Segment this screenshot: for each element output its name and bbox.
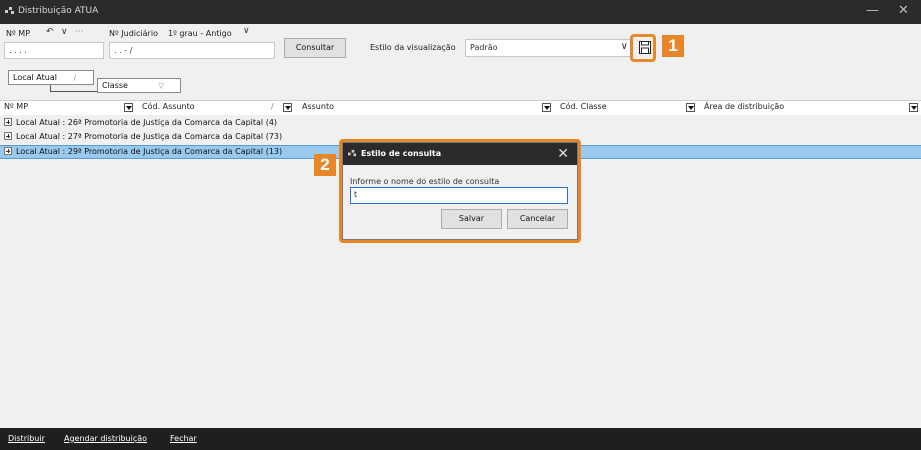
consultar-button[interactable]: Consultar bbox=[284, 38, 346, 58]
callout-highlight-2 bbox=[339, 139, 581, 243]
action-bar: Distribuir Agendar distribuição Fechar bbox=[0, 428, 921, 450]
expand-icon[interactable] bbox=[4, 132, 12, 140]
group-chip-label: Local Atual bbox=[13, 73, 57, 82]
filter-icon: ▽ bbox=[158, 82, 164, 90]
callout-highlight-1 bbox=[630, 34, 656, 62]
judicial-mode[interactable]: 1º grau - Antigo bbox=[168, 29, 232, 38]
undo-icon[interactable]: ↶ bbox=[46, 27, 54, 37]
app-icon bbox=[5, 7, 14, 14]
nmp-label: Nº MP bbox=[6, 29, 31, 38]
distribuir-link[interactable]: Distribuir bbox=[8, 434, 45, 443]
column-header-assunto[interactable]: Assunto bbox=[302, 102, 334, 111]
column-header-nmp[interactable]: Nº MP bbox=[4, 102, 28, 111]
group-row[interactable]: Local Atual : 26ª Promotoria de Justiça … bbox=[0, 117, 921, 129]
style-select-chevron-icon: ∨ bbox=[620, 41, 628, 52]
column-filter-dropdown-icon[interactable] bbox=[283, 103, 292, 112]
sort-icon: / bbox=[73, 74, 76, 82]
group-row-label: Local Atual : 27ª Promotoria de Justiça … bbox=[16, 132, 283, 141]
column-header-cod-assunto[interactable]: Cód. Assunto bbox=[142, 102, 195, 111]
grid-header: Nº MP Cód. Assunto / Assunto Cód. Classe… bbox=[0, 100, 921, 116]
minimize-button[interactable]: — bbox=[866, 4, 879, 18]
group-by-panel: Local Atual / Classe ▽ bbox=[0, 64, 921, 100]
column-filter-dropdown-icon[interactable] bbox=[124, 103, 133, 112]
column-header-cod-classe[interactable]: Cód. Classe bbox=[560, 102, 607, 111]
judicial-input[interactable]: . . - / bbox=[109, 42, 275, 59]
search-toolbar: Nº MP ↶ ∨ ··· . . . . Nº Judiciário 1º g… bbox=[0, 24, 921, 64]
group-chip-classe[interactable]: Classe ▽ bbox=[97, 78, 181, 93]
style-select[interactable]: Padrão ∨ bbox=[465, 39, 633, 57]
fechar-link-label: Fechar bbox=[170, 434, 197, 443]
judicial-label: Nº Judiciário bbox=[109, 29, 158, 38]
group-connector bbox=[50, 85, 97, 92]
group-chip-label: Classe bbox=[102, 81, 128, 90]
nmp-input[interactable]: . . . . bbox=[4, 42, 104, 59]
expand-icon[interactable] bbox=[4, 118, 12, 126]
expand-icon[interactable] bbox=[4, 147, 12, 155]
agendar-link-label: Agendar distribuição bbox=[64, 434, 148, 443]
callout-badge-2: 2 bbox=[314, 154, 336, 176]
column-filter-dropdown-icon[interactable] bbox=[909, 103, 918, 112]
agendar-distribuicao-link[interactable]: Agendar distribuição bbox=[64, 434, 147, 443]
window-title: Distribuição ATUA bbox=[18, 6, 99, 16]
style-label: Estilo da visualização bbox=[370, 43, 456, 52]
column-filter-dropdown-icon[interactable] bbox=[686, 103, 695, 112]
callout-badge-1: 1 bbox=[662, 35, 684, 57]
close-button[interactable]: ✕ bbox=[898, 4, 909, 18]
column-header-area[interactable]: Área de distribuição bbox=[704, 102, 784, 111]
distribuir-link-label: Distribuir bbox=[8, 434, 45, 443]
more-icon[interactable]: ··· bbox=[75, 27, 84, 37]
title-bar: Distribuição ATUA — ✕ bbox=[0, 0, 921, 24]
style-select-value: Padrão bbox=[470, 43, 498, 52]
group-row-label: Local Atual : 26ª Promotoria de Justiça … bbox=[16, 118, 278, 127]
group-chip-local-atual[interactable]: Local Atual / bbox=[8, 70, 94, 85]
column-filter-dropdown-icon[interactable] bbox=[542, 103, 551, 112]
judicial-mode-chevron-icon[interactable]: ∨ bbox=[243, 26, 250, 36]
sort-icon: / bbox=[271, 102, 274, 111]
group-row-label: Local Atual : 29ª Promotoria de Justiça … bbox=[16, 147, 283, 156]
fechar-link[interactable]: Fechar bbox=[170, 434, 197, 443]
chevron-down-icon[interactable]: ∨ bbox=[61, 27, 68, 37]
